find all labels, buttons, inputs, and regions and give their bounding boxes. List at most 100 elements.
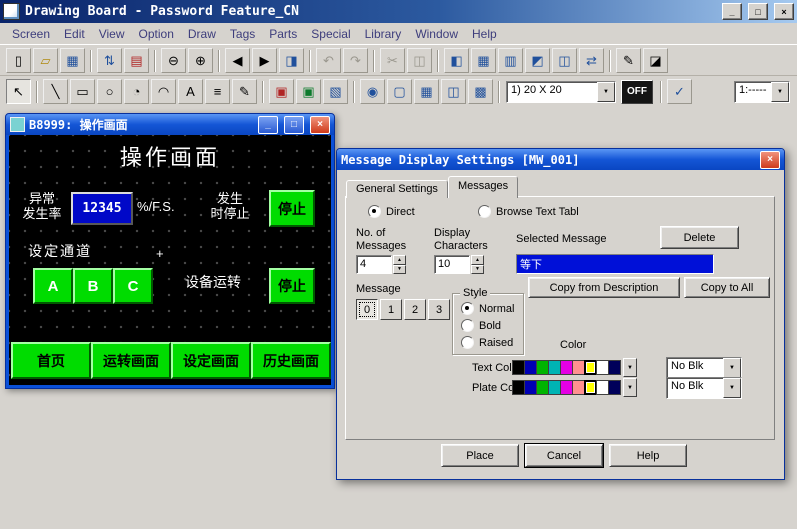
style-bold-radio[interactable]: Bold xyxy=(461,319,501,332)
plate-color-dropdown-arrow-icon[interactable]: ▼ xyxy=(723,378,741,398)
copy-to-all-button[interactable]: Copy to All xyxy=(684,277,770,298)
menu-option[interactable]: Option xyxy=(132,25,181,43)
stamp-red-button[interactable]: ▣ xyxy=(269,79,294,104)
check-tool-button[interactable]: ✓ xyxy=(667,79,692,104)
item-list-button[interactable]: ▥ xyxy=(498,48,523,73)
nav-home-switch[interactable]: 首页 xyxy=(11,342,91,379)
menu-draw[interactable]: Draw xyxy=(181,25,223,43)
spin-down-button[interactable]: ▼ xyxy=(471,265,484,275)
menu-parts[interactable]: Parts xyxy=(262,25,304,43)
text-color-blink-combo[interactable]: No Blk ▼ xyxy=(666,357,742,379)
char-size-dropdown-arrow-icon[interactable]: ▼ xyxy=(597,82,615,102)
menu-screen[interactable]: Screen xyxy=(5,25,57,43)
tab-general-settings[interactable]: General Settings xyxy=(346,180,448,198)
channel-b-switch[interactable]: B xyxy=(73,268,113,304)
previous-screen-button[interactable]: ◀ xyxy=(225,48,250,73)
display-environment-button[interactable]: ◧ xyxy=(444,48,469,73)
cancel-button[interactable]: Cancel xyxy=(525,444,603,467)
unit-label[interactable]: %/F.S. xyxy=(137,199,175,214)
palette-more-arrow-icon[interactable]: ▼ xyxy=(623,378,637,397)
message-2-button[interactable]: 2 xyxy=(404,299,426,320)
abnormal-rate-label[interactable]: 异常 发生率 xyxy=(17,191,67,221)
screen-canvas[interactable]: 操作画面 异常 发生率 12345 %/F.S. 发生 时停止 停止 设定通道 … xyxy=(9,135,331,385)
display-change-button[interactable]: ⇄ xyxy=(579,48,604,73)
copy-button[interactable]: ◫ xyxy=(407,48,432,73)
dimension-tool-button[interactable]: ≡ xyxy=(205,79,230,104)
cut-button[interactable]: ✂ xyxy=(380,48,405,73)
stop-switch-bottom[interactable]: 停止 xyxy=(269,268,315,304)
style-normal-radio[interactable]: Normal xyxy=(461,302,514,315)
eraser-button[interactable]: ◪ xyxy=(643,48,668,73)
menu-view[interactable]: View xyxy=(92,25,132,43)
char-size-combo[interactable]: 1) 20 X 20 ▼ xyxy=(506,81,616,103)
app-titlebar[interactable]: Drawing Board - Password Feature_CN _ □ … xyxy=(0,0,797,23)
grid-setting-button[interactable]: ▦ xyxy=(471,48,496,73)
transfer-upload-button[interactable]: ▤ xyxy=(124,48,149,73)
save-button[interactable]: ▦ xyxy=(60,48,85,73)
menu-tags[interactable]: Tags xyxy=(223,25,262,43)
redo-button[interactable]: ↷ xyxy=(343,48,368,73)
tab-messages[interactable]: Messages xyxy=(448,176,518,198)
nav-setting-screen-switch[interactable]: 设定画面 xyxy=(171,342,251,379)
message-3-button[interactable]: 3 xyxy=(428,299,450,320)
menu-special[interactable]: Special xyxy=(304,25,357,43)
ellipse-tool-button[interactable]: ○ xyxy=(97,79,122,104)
browse-text-table-radio[interactable]: Browse Text Tabl xyxy=(478,205,579,218)
stop-switch-top[interactable]: 停止 xyxy=(269,190,315,227)
dialog-titlebar[interactable]: Message Display Settings [MW_001] × xyxy=(337,149,784,170)
no-of-messages-spinner[interactable]: 4 ▲ ▼ xyxy=(356,255,406,274)
device-run-label[interactable]: 设备运转 xyxy=(185,275,241,290)
menu-window[interactable]: Window xyxy=(408,25,465,43)
text-color-dropdown-arrow-icon[interactable]: ▼ xyxy=(723,358,741,378)
zoom-out-button[interactable]: ⊖ xyxy=(161,48,186,73)
line-tool-button[interactable]: ╲ xyxy=(43,79,68,104)
message-1-button[interactable]: 1 xyxy=(380,299,402,320)
help-button[interactable]: Help xyxy=(609,444,687,467)
overlap-button[interactable]: ◩ xyxy=(525,48,550,73)
new-button[interactable]: ▯ xyxy=(6,48,31,73)
display-characters-spinner[interactable]: 10 ▲ ▼ xyxy=(434,255,484,274)
editor-maximize-button[interactable]: □ xyxy=(284,116,304,134)
no-of-messages-value[interactable]: 4 xyxy=(356,255,392,274)
delete-button[interactable]: Delete xyxy=(660,226,739,249)
part-lamp-button[interactable]: ◉ xyxy=(360,79,385,104)
draw-pencil-button[interactable]: ✎ xyxy=(616,48,641,73)
layer-button[interactable]: ◫ xyxy=(552,48,577,73)
rectangle-tool-button[interactable]: ▭ xyxy=(70,79,95,104)
editor-minimize-button[interactable]: _ xyxy=(258,116,278,134)
menu-library[interactable]: Library xyxy=(358,25,409,43)
zoom-in-button[interactable]: ⊕ xyxy=(188,48,213,73)
part-pattern-button[interactable]: ▩ xyxy=(468,79,493,104)
spin-up-button[interactable]: ▲ xyxy=(393,255,406,265)
place-button[interactable]: Place xyxy=(441,444,519,467)
screen-heading-text[interactable]: 操作画面 xyxy=(9,140,331,172)
scale-combo[interactable]: 1:----- ▼ xyxy=(734,81,790,103)
part-keypad-button[interactable]: ▦ xyxy=(414,79,439,104)
selected-message-field[interactable]: 等下 xyxy=(516,254,714,274)
next-screen-button[interactable]: ▶ xyxy=(252,48,277,73)
image-tool-button[interactable]: ▧ xyxy=(323,79,348,104)
channel-c-switch[interactable]: C xyxy=(113,268,153,304)
transfer-download-button[interactable]: ⇅ xyxy=(97,48,122,73)
maximize-button[interactable]: □ xyxy=(748,3,768,20)
jump-screen-button[interactable]: ◨ xyxy=(279,48,304,73)
numeric-display[interactable]: 12345 xyxy=(71,192,133,225)
plate-color-blink-combo[interactable]: No Blk ▼ xyxy=(666,377,742,399)
nav-run-screen-switch[interactable]: 运转画面 xyxy=(91,342,171,379)
pen-tool-button[interactable]: ✎ xyxy=(232,79,257,104)
pie-tool-button[interactable]: ◔ xyxy=(124,79,149,104)
off-state-button[interactable]: OFF xyxy=(621,80,653,104)
undo-button[interactable]: ↶ xyxy=(316,48,341,73)
style-raised-radio[interactable]: Raised xyxy=(461,336,513,349)
text-tool-button[interactable]: A xyxy=(178,79,203,104)
open-button[interactable]: ▱ xyxy=(33,48,58,73)
message-0-button[interactable]: 0 xyxy=(356,299,378,320)
close-button[interactable]: × xyxy=(774,3,794,20)
color-swatch[interactable] xyxy=(608,380,621,395)
arc-tool-button[interactable]: ◠ xyxy=(151,79,176,104)
direct-radio[interactable]: Direct xyxy=(368,205,415,218)
editor-titlebar[interactable]: B8999: 操作画面 _ □ × xyxy=(6,114,334,135)
color-swatch[interactable] xyxy=(608,360,621,375)
part-switch-button[interactable]: ▢ xyxy=(387,79,412,104)
nav-history-screen-switch[interactable]: 历史画面 xyxy=(251,342,331,379)
